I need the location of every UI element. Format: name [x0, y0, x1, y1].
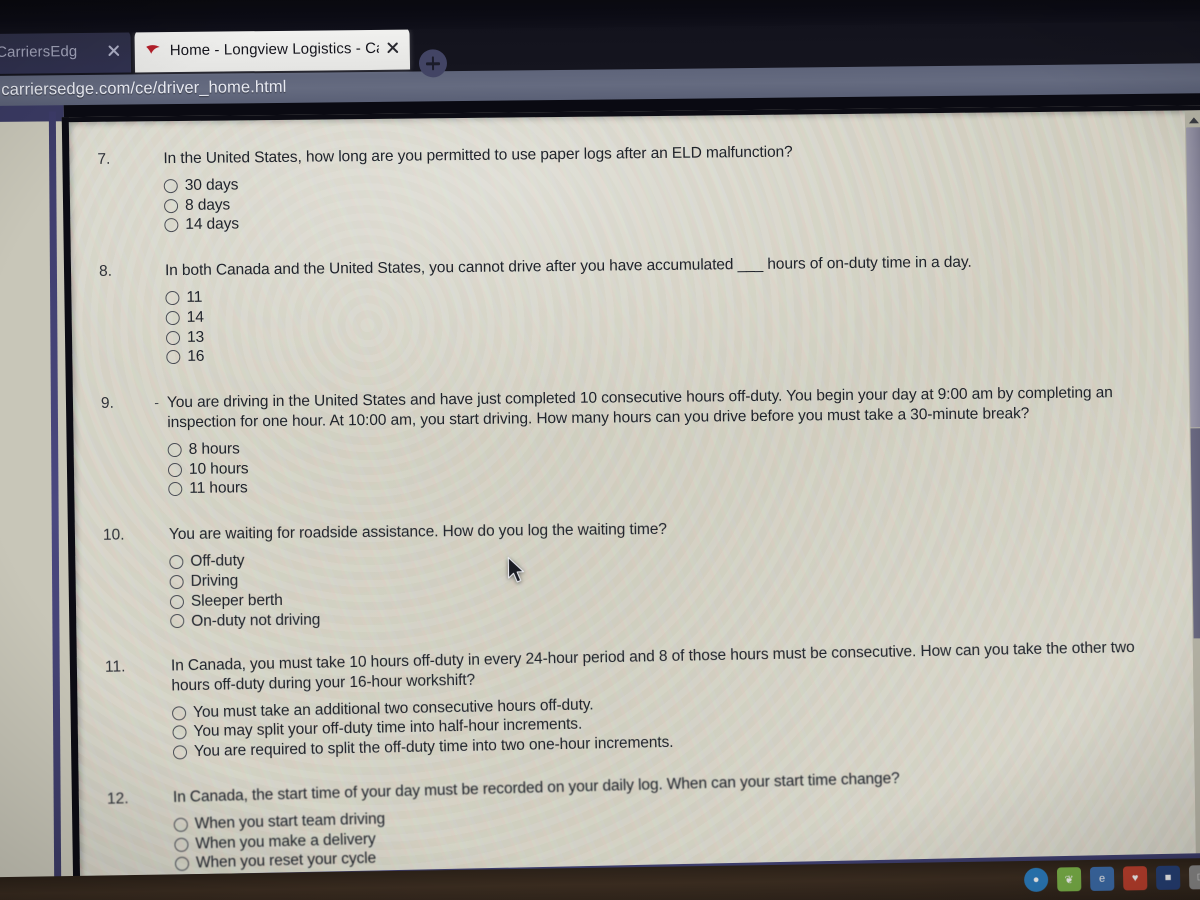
option-label: Off-duty	[190, 552, 245, 570]
scroll-up-icon[interactable]	[1185, 112, 1200, 127]
radio-button-icon[interactable]	[174, 857, 190, 872]
scrollbar-thumb[interactable]	[1186, 127, 1200, 428]
radio-button-icon[interactable]	[169, 574, 184, 589]
question-number: 12.	[106, 790, 129, 809]
option-label: 8 days	[184, 196, 231, 214]
option-label: 16	[187, 348, 205, 366]
question-text: You are waiting for roadside assistance.…	[168, 521, 667, 544]
option-label: 8 hours	[188, 440, 240, 458]
option-label: 10 hours	[188, 459, 249, 478]
app-icon-red[interactable]: ♥	[1122, 866, 1148, 891]
question-text: In both Canada and the United States, yo…	[164, 253, 972, 280]
radio-button-icon[interactable]	[165, 290, 180, 306]
quiz-question: 9. You are driving in the United States …	[101, 383, 1152, 500]
quiz-question: 11. In Canada, you must take 10 hours of…	[105, 638, 1156, 764]
option-label: 11 hours	[189, 479, 248, 498]
radio-button-icon[interactable]	[164, 218, 179, 233]
radio-button-icon[interactable]	[173, 817, 189, 833]
question-text: You are driving in the United States and…	[166, 384, 1113, 432]
close-tab-icon[interactable]	[106, 43, 122, 59]
question-number: 8.	[98, 262, 113, 281]
app-icon-grey[interactable]: □	[1188, 865, 1200, 890]
browser-tab-inactive[interactable]: s / CarriersEdg	[0, 28, 132, 75]
radio-button-icon[interactable]	[174, 837, 189, 852]
radio-button-icon[interactable]	[167, 462, 183, 477]
tab-title: s / CarriersEdg	[0, 42, 78, 61]
radio-button-icon[interactable]	[169, 554, 184, 570]
radio-button-icon[interactable]	[169, 594, 185, 609]
option-label: 13	[186, 328, 205, 346]
radio-button-icon[interactable]	[165, 330, 181, 345]
question-text: In the United States, how long are you p…	[163, 143, 793, 168]
question-number: 10.	[102, 526, 125, 545]
app-icon-blue-oval[interactable]: ●	[1023, 867, 1049, 893]
app-icon-green-leaf[interactable]: ❦	[1056, 867, 1082, 892]
option-label: 14	[186, 308, 204, 326]
question-number: 11.	[104, 658, 126, 677]
close-tab-icon[interactable]	[385, 40, 401, 56]
radio-button-icon[interactable]	[166, 350, 181, 365]
carriersedge-swoosh-icon	[144, 41, 163, 60]
question-number: 7.	[97, 150, 111, 168]
radio-button-icon[interactable]	[172, 745, 188, 760]
browser-tab-active[interactable]: Home - Longview Logistics - Carr	[134, 25, 411, 73]
option-label: 30 days	[184, 176, 239, 194]
taskbar-icon-group: ● ❦ e ♥ ■ □	[1023, 865, 1200, 893]
quiz-page: 7. In the United States, how long are yo…	[61, 105, 1200, 900]
quiz-question: 8. In both Canada and the United States,…	[99, 251, 1150, 368]
radio-button-icon[interactable]	[163, 178, 178, 193]
quiz-question: 10. You are waiting for roadside assista…	[103, 515, 1154, 632]
new-tab-button[interactable]	[418, 49, 448, 78]
radio-button-icon[interactable]	[170, 614, 185, 629]
quiz-question: 7. In the United States, how long are yo…	[97, 139, 1147, 236]
option-label: 11	[186, 288, 203, 306]
option-label: Driving	[190, 572, 239, 590]
app-icon-explorer[interactable]: e	[1089, 866, 1115, 891]
radio-button-icon[interactable]	[168, 482, 183, 497]
option-label: Sleeper berth	[190, 591, 283, 610]
photo-of-screen: s / CarriersEdg Home - Longview Logistic…	[0, 0, 1200, 900]
app-icon-navy[interactable]: ■	[1155, 865, 1181, 890]
tab-title: Home - Longview Logistics - Carr	[169, 39, 379, 59]
option-label: On-duty not driving	[191, 611, 321, 630]
radio-button-icon[interactable]	[172, 725, 187, 741]
mouse-pointer	[506, 556, 528, 586]
monitor-screen: s / CarriersEdg Home - Longview Logistic…	[0, 0, 1200, 900]
radio-button-icon[interactable]	[167, 442, 182, 457]
scrollbar-thumb-lower[interactable]	[1190, 428, 1200, 639]
radio-button-icon[interactable]	[165, 310, 180, 325]
url-text: carriersedge.com/ce/driver_home.html	[1, 77, 287, 99]
radio-button-icon[interactable]	[171, 706, 187, 721]
radio-button-icon[interactable]	[163, 198, 179, 213]
question-number: 9.	[101, 393, 167, 413]
quiz-question-list: 7. In the United States, how long are yo…	[69, 110, 1200, 900]
option-label: 14 days	[185, 215, 240, 234]
